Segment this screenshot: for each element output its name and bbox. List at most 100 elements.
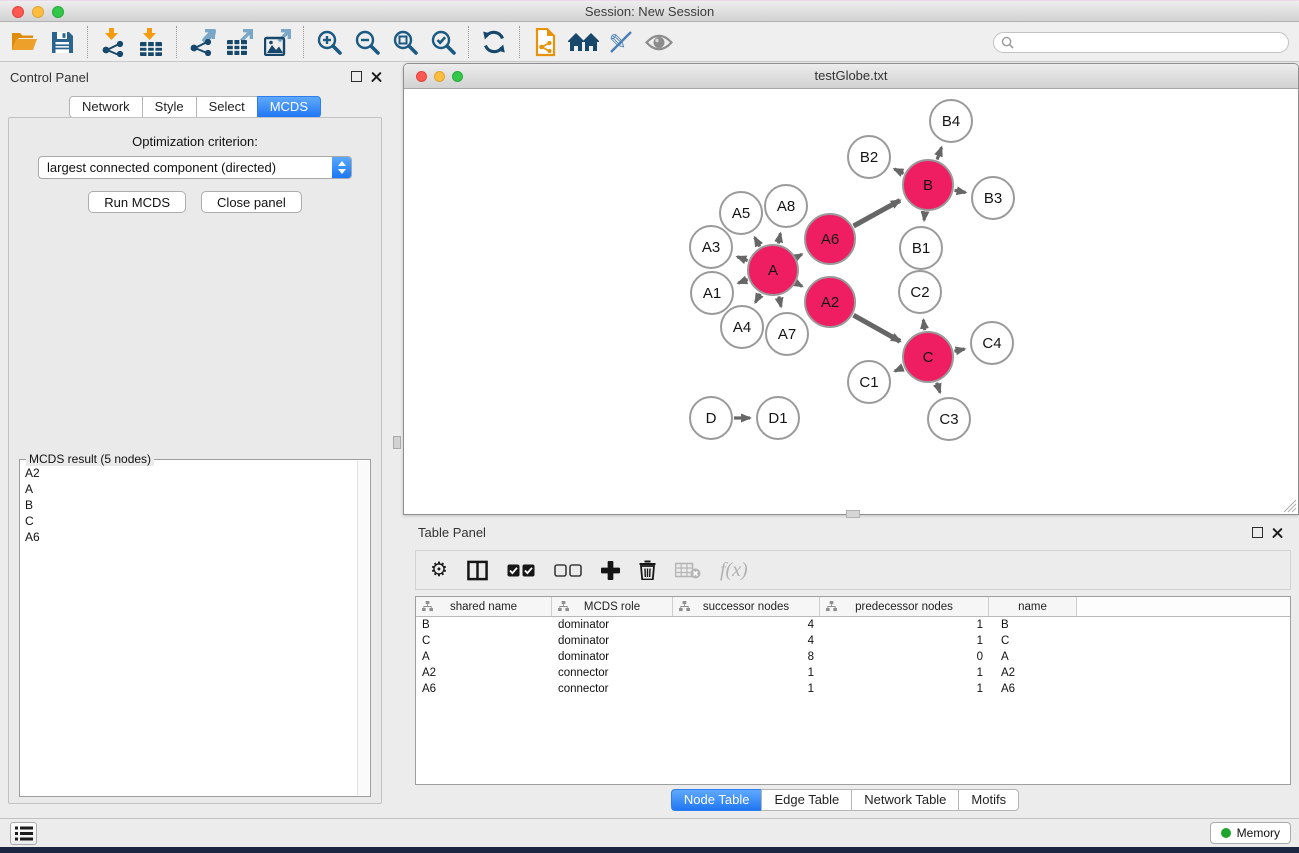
export-image-button[interactable]: [261, 26, 295, 58]
edge-C-C4[interactable]: [954, 349, 964, 351]
refresh-button[interactable]: [477, 26, 511, 58]
tab-network[interactable]: Network: [69, 96, 142, 118]
node-B3[interactable]: B3: [972, 177, 1014, 219]
node-A1[interactable]: A1: [691, 272, 733, 314]
criterion-dropdown[interactable]: largest connected component (directed): [38, 156, 352, 179]
network-graph[interactable]: B4B2BB3A8A5A6A3B1AC2A1A2A4A7C4CC1DD1C3: [404, 89, 1298, 514]
node-B[interactable]: B: [903, 160, 953, 210]
table-cell[interactable]: 8: [673, 651, 820, 663]
table-cell[interactable]: C: [416, 635, 552, 647]
node-B2[interactable]: B2: [848, 136, 890, 178]
float-panel-icon[interactable]: [1252, 527, 1263, 538]
table-cell[interactable]: 1: [820, 683, 989, 695]
node-A3[interactable]: A3: [690, 226, 732, 268]
select-all-button[interactable]: [507, 564, 535, 577]
deselect-all-button[interactable]: [554, 564, 582, 577]
table-cell[interactable]: dominator: [552, 651, 673, 663]
edge-C-C3[interactable]: [937, 383, 940, 393]
node-A7[interactable]: A7: [766, 313, 808, 355]
import-table-button[interactable]: [134, 26, 168, 58]
table-row[interactable]: A2connector11A2: [416, 665, 1290, 681]
hide-details-button[interactable]: ✎: [604, 26, 638, 58]
node-D1[interactable]: D1: [757, 397, 799, 439]
edge-A2-C[interactable]: [854, 315, 901, 341]
delete-table-button[interactable]: [675, 562, 701, 579]
edge-B-B1[interactable]: [924, 212, 925, 220]
edge-B-B2[interactable]: [894, 169, 903, 173]
edge-A-A5[interactable]: [755, 237, 760, 246]
table-cell[interactable]: 0: [820, 651, 989, 663]
node-C4[interactable]: C4: [971, 322, 1013, 364]
table-cell[interactable]: A: [416, 651, 552, 663]
export-table-button[interactable]: [223, 26, 257, 58]
edge-A-A3[interactable]: [737, 257, 747, 261]
table-cell[interactable]: 1: [673, 667, 820, 679]
close-panel-icon[interactable]: [371, 71, 382, 82]
tab-node-table[interactable]: Node Table: [671, 789, 762, 811]
node-A6[interactable]: A6: [805, 214, 855, 264]
column-visibility-button[interactable]: [467, 560, 488, 581]
table-cell[interactable]: 1: [820, 635, 989, 647]
column-header-successor-nodes[interactable]: successor nodes: [673, 597, 820, 616]
search-input[interactable]: [1018, 34, 1288, 51]
node-C3[interactable]: C3: [928, 398, 970, 440]
eye-button[interactable]: [642, 26, 676, 58]
edge-A6-B[interactable]: [854, 200, 900, 226]
node-A5[interactable]: A5: [720, 192, 762, 234]
result-scrollbar[interactable]: [357, 461, 369, 795]
node-A4[interactable]: A4: [721, 306, 763, 348]
vertical-split-handle[interactable]: [393, 436, 401, 449]
table-cell[interactable]: 4: [673, 635, 820, 647]
mcds-result-list[interactable]: A2ABCA6: [21, 461, 356, 795]
edge-A-A4[interactable]: [755, 294, 760, 303]
table-cell[interactable]: A: [989, 651, 1077, 663]
node-C[interactable]: C: [903, 332, 953, 382]
table-cell[interactable]: 1: [673, 683, 820, 695]
edge-A-A1[interactable]: [738, 280, 748, 284]
tab-edge-table[interactable]: Edge Table: [761, 789, 851, 811]
close-panel-button[interactable]: Close panel: [201, 191, 302, 213]
zoom-in-button[interactable]: [312, 26, 346, 58]
export-network-button[interactable]: [185, 26, 219, 58]
table-settings-button[interactable]: ⚙: [430, 560, 448, 580]
table-cell[interactable]: B: [989, 619, 1077, 631]
table-cell[interactable]: 1: [820, 619, 989, 631]
table-cell[interactable]: dominator: [552, 619, 673, 631]
table-cell[interactable]: 1: [820, 667, 989, 679]
tab-motifs[interactable]: Motifs: [958, 789, 1019, 811]
column-header-mcds-role[interactable]: MCDS role: [552, 597, 673, 616]
edge-A-A7[interactable]: [779, 296, 781, 306]
edge-C-C1[interactable]: [895, 368, 903, 372]
edge-C-C2[interactable]: [923, 320, 924, 330]
node-B4[interactable]: B4: [930, 100, 972, 142]
table-cell[interactable]: dominator: [552, 635, 673, 647]
table-row[interactable]: Cdominator41C: [416, 633, 1290, 649]
node-C1[interactable]: C1: [848, 361, 890, 403]
add-column-button[interactable]: [601, 561, 620, 580]
zoom-selected-button[interactable]: [426, 26, 460, 58]
float-panel-icon[interactable]: [351, 71, 362, 82]
node-A2[interactable]: A2: [805, 277, 855, 327]
import-network-button[interactable]: [96, 26, 130, 58]
function-builder-button[interactable]: f(x): [720, 559, 748, 582]
node-D[interactable]: D: [690, 397, 732, 439]
edge-B-B3[interactable]: [955, 190, 966, 192]
node-A[interactable]: A: [748, 245, 798, 295]
table-cell[interactable]: A2: [989, 667, 1077, 679]
node-C2[interactable]: C2: [899, 271, 941, 313]
node-B1[interactable]: B1: [900, 227, 942, 269]
column-header-name[interactable]: name: [989, 597, 1077, 616]
table-cell[interactable]: A2: [416, 667, 552, 679]
tab-network-table[interactable]: Network Table: [851, 789, 958, 811]
tab-mcds[interactable]: MCDS: [257, 96, 321, 118]
clone-network-button[interactable]: [528, 26, 562, 58]
table-row[interactable]: Adominator80A: [416, 649, 1290, 665]
table-cell[interactable]: connector: [552, 683, 673, 695]
open-file-button[interactable]: [7, 26, 41, 58]
tab-select[interactable]: Select: [196, 96, 257, 118]
column-header-shared-name[interactable]: shared name: [416, 597, 552, 616]
edge-A-A6[interactable]: [797, 254, 802, 257]
close-panel-icon[interactable]: [1272, 527, 1283, 538]
table-cell[interactable]: 4: [673, 619, 820, 631]
save-button[interactable]: [45, 26, 79, 58]
